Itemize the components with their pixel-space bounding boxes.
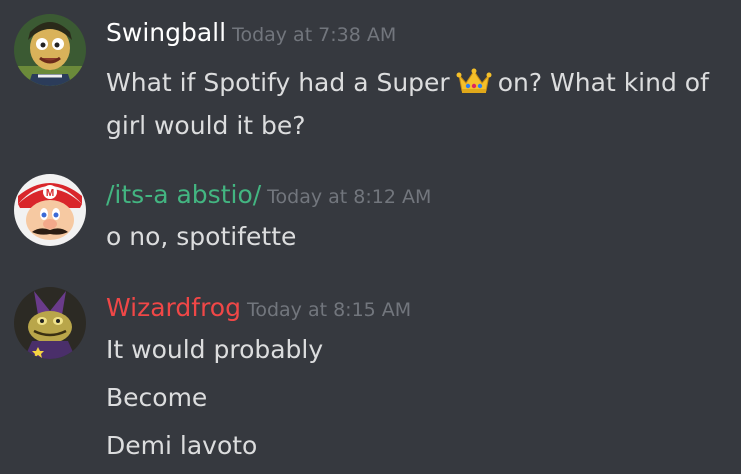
message-text: What if Spotify had a Super (106, 68, 450, 97)
timestamp: Today at 8:12 AM (267, 186, 432, 208)
cartoon-boy-avatar-icon[interactable] (14, 14, 86, 86)
svg-text:M: M (46, 188, 54, 199)
timestamp: Today at 7:38 AM (232, 24, 397, 46)
username[interactable]: Wizardfrog (106, 293, 241, 322)
mario-avatar-icon[interactable]: M (14, 174, 86, 246)
message-text-line: o no, spotifette (106, 222, 297, 251)
message-text-line: Demi lavoto (106, 431, 258, 460)
message-text: on? What kind of (497, 68, 709, 97)
wizard-frog-avatar-icon[interactable] (14, 287, 86, 359)
message-text-line: girl would it be? (106, 111, 306, 140)
timestamp: Today at 8:15 AM (246, 299, 412, 321)
username[interactable]: Swingball (106, 18, 226, 47)
message-text-line: What if Spotify had a Super on? What kin… (106, 67, 709, 97)
message-text-line: Become (106, 383, 208, 412)
username[interactable]: /its-a abstio/ (106, 180, 261, 209)
message-text-line: It would probably (106, 335, 324, 364)
crown-emoji-icon (456, 67, 492, 95)
